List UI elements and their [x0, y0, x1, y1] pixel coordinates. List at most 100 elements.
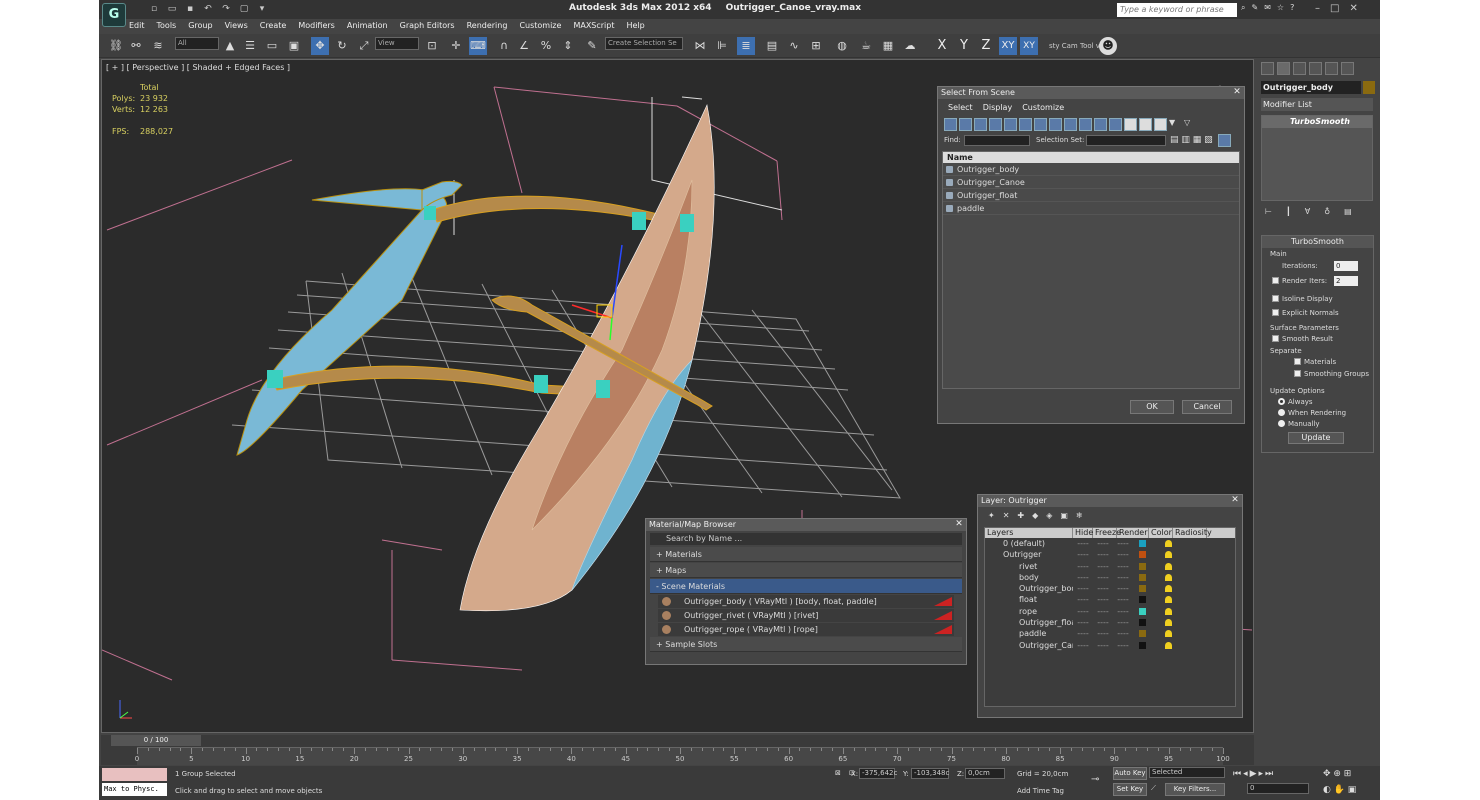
menu-maxscript[interactable]: MAXScript: [573, 19, 614, 33]
display-geometry-icon[interactable]: [944, 118, 957, 131]
filter-options-icon[interactable]: ▽: [1184, 118, 1197, 131]
render-iters-checkbox[interactable]: [1272, 277, 1279, 284]
sfs-object-item[interactable]: Outrigger_Canoe: [943, 176, 1239, 189]
schematic-view-icon[interactable]: ⊞: [807, 37, 825, 55]
close-icon[interactable]: ✕: [954, 519, 964, 529]
layer-freeze-toggle[interactable]: ----: [1093, 628, 1113, 639]
layer-hide-toggle[interactable]: ----: [1073, 606, 1093, 617]
display-none-icon[interactable]: [1139, 118, 1152, 131]
freeze-all-icon[interactable]: ❄: [1076, 511, 1083, 520]
communication-icon[interactable]: ✉: [1264, 3, 1271, 13]
selection-filter-dropdown[interactable]: All: [175, 37, 219, 50]
layer-hide-toggle[interactable]: ----: [1073, 628, 1093, 639]
z-coordinate[interactable]: 0,0cm: [965, 768, 1005, 779]
display-invert-icon[interactable]: [1154, 118, 1167, 131]
selection-set-dropdown[interactable]: [1086, 135, 1166, 146]
layer-row[interactable]: Outrigger_body------------: [985, 583, 1235, 594]
layer-manager-icon[interactable]: ≣: [737, 37, 755, 55]
layer-freeze-toggle[interactable]: ----: [1093, 617, 1113, 628]
layer-hide-toggle[interactable]: ----: [1073, 561, 1093, 572]
bind-spacewarp-icon[interactable]: ≋: [149, 37, 167, 55]
material-item[interactable]: Outrigger_body ( VRayMtl ) [body, float,…: [658, 595, 954, 608]
add-time-tag[interactable]: Add Time Tag: [1017, 787, 1064, 795]
layer-row[interactable]: 0 (default) ---- ---- ----: [985, 538, 1235, 549]
layer-freeze-toggle[interactable]: ----: [1093, 572, 1113, 583]
filter-icon[interactable]: ▼: [1169, 118, 1182, 131]
layer-hide-toggle[interactable]: ----: [1073, 538, 1093, 549]
col-render[interactable]: Render: [1117, 528, 1149, 538]
ribbon-icon[interactable]: ▤: [763, 37, 781, 55]
layer-render-toggle[interactable]: ----: [1113, 572, 1133, 583]
camera-tool-label[interactable]: sty Cam Tool v: [1049, 42, 1100, 50]
display-hidden-icon[interactable]: [1109, 118, 1122, 131]
layer-freeze-toggle[interactable]: ----: [1093, 583, 1113, 594]
show-end-result-icon[interactable]: ┃: [1286, 207, 1291, 216]
axis-xy-cycle-button[interactable]: XY: [1020, 37, 1038, 55]
current-frame-field[interactable]: 0: [1247, 783, 1309, 794]
maxscript-mini-input[interactable]: Max to Physc.: [102, 783, 167, 796]
curve-editor-icon[interactable]: ∿: [785, 37, 803, 55]
radiosity-icon[interactable]: [1153, 606, 1187, 617]
new-file-icon[interactable]: ▫: [147, 3, 161, 15]
layer-color-swatch[interactable]: [1133, 538, 1153, 549]
layer-color-swatch[interactable]: [1133, 594, 1153, 605]
layer-freeze-toggle[interactable]: ----: [1093, 538, 1113, 549]
undo-icon[interactable]: ↶: [201, 3, 215, 15]
highlight-layer-icon[interactable]: ◈: [1046, 511, 1052, 520]
layer-color-swatch[interactable]: [1133, 640, 1153, 651]
named-selection-dropdown[interactable]: Create Selection Se: [605, 37, 683, 50]
sfs-menu-display[interactable]: Display: [983, 103, 1013, 112]
scene-materials-section[interactable]: - Scene Materials: [650, 579, 962, 594]
layer-hide-toggle[interactable]: ----: [1073, 640, 1093, 651]
layer-render-toggle[interactable]: ----: [1113, 538, 1133, 549]
open-file-icon[interactable]: ▭: [165, 3, 179, 15]
layer-row[interactable]: paddle ---- ---- ----: [985, 628, 1235, 639]
manually-radio[interactable]: [1278, 420, 1285, 427]
layer-hide-toggle[interactable]: ----: [1073, 549, 1093, 560]
lock-selection-icon[interactable]: ⊠: [835, 769, 841, 777]
material-search-input[interactable]: Search by Name ...: [650, 533, 962, 545]
remove-modifier-icon[interactable]: ♁: [1324, 207, 1330, 216]
sfs-option-icons[interactable]: ▤ ▥ ▦ ▧: [1170, 135, 1213, 145]
minimize-icon[interactable]: –: [1315, 3, 1320, 14]
set-key-button[interactable]: Set Key: [1113, 783, 1147, 796]
modifier-stack-item[interactable]: TurboSmooth: [1262, 116, 1372, 128]
scale-icon[interactable]: ⤢: [355, 37, 373, 55]
layer-render-toggle[interactable]: ----: [1113, 549, 1133, 560]
hide-all-icon[interactable]: ▣: [1060, 511, 1068, 520]
viewport-nav-icons[interactable]: ✥ ⊕ ⊞: [1323, 769, 1351, 779]
angle-snap-icon[interactable]: ∠: [515, 37, 533, 55]
radiosity-icon[interactable]: [1153, 594, 1187, 605]
select-object-icon[interactable]: ▲: [221, 37, 239, 55]
menu-tools[interactable]: Tools: [157, 19, 177, 33]
radiosity-icon[interactable]: [1153, 572, 1187, 583]
sample-slots-section[interactable]: + Sample Slots: [650, 637, 962, 652]
reference-coordinate-dropdown[interactable]: View: [375, 37, 419, 50]
playback-controls[interactable]: ⏮◂▶▸⏭: [1233, 769, 1275, 779]
panda-icon[interactable]: ☻: [1099, 37, 1117, 55]
sfs-menu-customize[interactable]: Customize: [1022, 103, 1064, 112]
materials-checkbox[interactable]: [1294, 358, 1301, 365]
axis-z-button[interactable]: Z: [977, 37, 995, 55]
layer-row[interactable]: Outrigger_float------------: [985, 617, 1235, 628]
sfs-sync-icon[interactable]: [1218, 134, 1231, 147]
menu-modifiers[interactable]: Modifiers: [298, 19, 335, 33]
search-input[interactable]: Type a keyword or phrase: [1117, 3, 1237, 17]
select-manipulate-icon[interactable]: ✛: [447, 37, 465, 55]
material-item[interactable]: Outrigger_rivet ( VRayMtl ) [rivet]: [658, 609, 954, 622]
layer-color-swatch[interactable]: [1133, 628, 1153, 639]
sfs-object-item[interactable]: Outrigger_float: [943, 189, 1239, 202]
snaps-toggle-icon[interactable]: ∩: [495, 37, 513, 55]
radiosity-icon[interactable]: [1153, 628, 1187, 639]
layer-freeze-toggle[interactable]: ----: [1093, 549, 1113, 560]
auto-key-button[interactable]: Auto Key: [1113, 767, 1147, 780]
object-name-field[interactable]: Outrigger_body: [1261, 81, 1361, 94]
layer-row[interactable]: rivet ---- ---- ----: [985, 561, 1235, 572]
object-color-swatch[interactable]: [1363, 81, 1375, 94]
align-icon[interactable]: ⊫: [713, 37, 731, 55]
render-icon[interactable]: ☁: [901, 37, 919, 55]
key-filters-button[interactable]: Key Filters...: [1165, 783, 1225, 796]
pivot-center-icon[interactable]: ⊡: [423, 37, 441, 55]
motion-tab-icon[interactable]: [1309, 62, 1322, 75]
set-key-icon[interactable]: ⟋: [1151, 784, 1156, 793]
